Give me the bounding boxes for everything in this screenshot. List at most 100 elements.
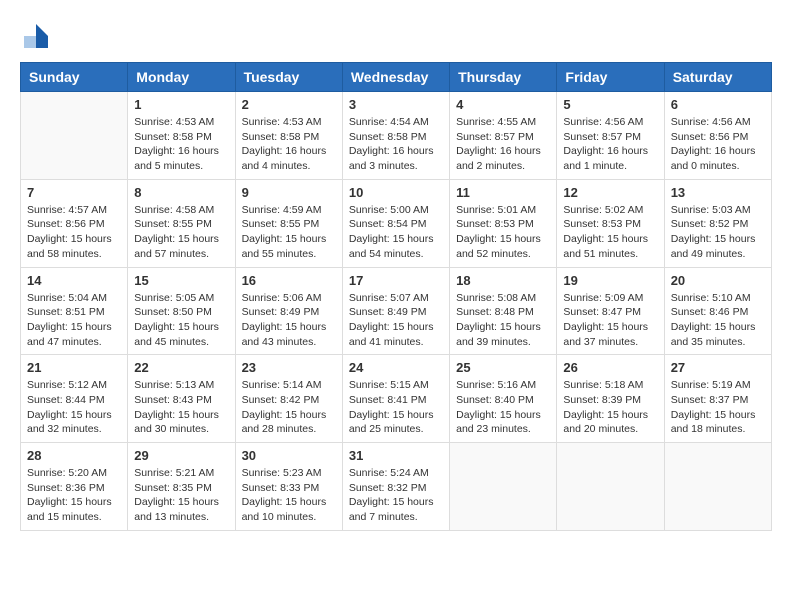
weekday-header: Sunday: [21, 63, 128, 92]
calendar-day-cell: 18 Sunrise: 5:08 AMSunset: 8:48 PMDayligh…: [450, 267, 557, 355]
day-number: 7: [27, 185, 121, 200]
day-info: Sunrise: 5:18 AMSunset: 8:39 PMDaylight:…: [563, 378, 657, 437]
day-number: 9: [242, 185, 336, 200]
day-info: Sunrise: 4:54 AMSunset: 8:58 PMDaylight:…: [349, 115, 443, 174]
day-number: 28: [27, 448, 121, 463]
weekday-header: Wednesday: [342, 63, 449, 92]
day-info: Sunrise: 5:00 AMSunset: 8:54 PMDaylight:…: [349, 203, 443, 262]
day-number: 27: [671, 360, 765, 375]
day-number: 6: [671, 97, 765, 112]
day-info: Sunrise: 5:04 AMSunset: 8:51 PMDaylight:…: [27, 291, 121, 350]
day-number: 5: [563, 97, 657, 112]
weekday-header: Friday: [557, 63, 664, 92]
calendar-day-cell: 1Sunrise: 4:53 AMSunset: 8:58 PMDaylight…: [128, 92, 235, 180]
day-number: 30: [242, 448, 336, 463]
calendar-day-cell: 25 Sunrise: 5:16 AMSunset: 8:40 PMDayligh…: [450, 355, 557, 443]
day-info: Sunrise: 5:13 AMSunset: 8:43 PMDaylight:…: [134, 378, 228, 437]
day-number: 24: [349, 360, 443, 375]
day-info: Sunrise: 5:02 AMSunset: 8:53 PMDaylight:…: [563, 203, 657, 262]
day-number: 2: [242, 97, 336, 112]
calendar-week-row: 28 Sunrise: 5:20 AMSunset: 8:36 PMDayligh…: [21, 443, 772, 531]
calendar-header-row: SundayMondayTuesdayWednesdayThursdayFrid…: [21, 63, 772, 92]
day-info: Sunrise: 5:07 AMSunset: 8:49 PMDaylight:…: [349, 291, 443, 350]
calendar-day-cell: 15 Sunrise: 5:05 AMSunset: 8:50 PMDayligh…: [128, 267, 235, 355]
calendar-week-row: 1 Sunrise: 4:53 AMSunset: 8:58 PMDaylight…: [21, 92, 772, 180]
calendar-day-cell: 30 Sunrise: 5:23 AMSunset: 8:33 PMDayligh…: [235, 443, 342, 531]
calendar-day-cell: [450, 443, 557, 531]
day-number: 18: [456, 273, 550, 288]
day-number: 25: [456, 360, 550, 375]
day-info: Sunrise: 5:08 AMSunset: 8:48 PMDaylight:…: [456, 291, 550, 350]
day-number: 3: [349, 97, 443, 112]
day-number: 1: [134, 97, 228, 112]
calendar-day-cell: 14 Sunrise: 5:04 AMSunset: 8:51 PMDayligh…: [21, 267, 128, 355]
weekday-header: Monday: [128, 63, 235, 92]
day-info: Sunrise: 5:16 AMSunset: 8:40 PMDaylight:…: [456, 378, 550, 437]
weekday-header: Tuesday: [235, 63, 342, 92]
calendar-day-cell: 2 Sunrise: 4:53 AMSunset: 8:58 PMDaylight…: [235, 92, 342, 180]
calendar-day-cell: 24Sunrise: 5:15 AMSunset: 8:41 PMDayligh…: [342, 355, 449, 443]
day-number: 17: [349, 273, 443, 288]
calendar-day-cell: 19Sunrise: 5:09 AMSunset: 8:47 PMDayligh…: [557, 267, 664, 355]
day-info: Sunrise: 5:21 AMSunset: 8:35 PMDaylight:…: [134, 466, 228, 525]
day-info: Sunrise: 5:05 AMSunset: 8:50 PMDaylight:…: [134, 291, 228, 350]
logo: [20, 20, 56, 52]
day-info: Sunrise: 5:03 AMSunset: 8:52 PMDaylight:…: [671, 203, 765, 262]
calendar-day-cell: 4 Sunrise: 4:55 AMSunset: 8:57 PMDaylight…: [450, 92, 557, 180]
calendar-day-cell: 17 Sunrise: 5:07 AMSunset: 8:49 PMDayligh…: [342, 267, 449, 355]
calendar-day-cell: 11 Sunrise: 5:01 AMSunset: 8:53 PMDayligh…: [450, 179, 557, 267]
day-info: Sunrise: 5:14 AMSunset: 8:42 PMDaylight:…: [242, 378, 336, 437]
day-info: Sunrise: 4:56 AMSunset: 8:56 PMDaylight:…: [671, 115, 765, 174]
calendar-day-cell: 6 Sunrise: 4:56 AMSunset: 8:56 PMDaylight…: [664, 92, 771, 180]
day-info: Sunrise: 5:09 AMSunset: 8:47 PMDaylight:…: [563, 291, 657, 350]
calendar-day-cell: 22 Sunrise: 5:13 AMSunset: 8:43 PMDayligh…: [128, 355, 235, 443]
day-number: 26: [563, 360, 657, 375]
calendar-day-cell: 20Sunrise: 5:10 AMSunset: 8:46 PMDayligh…: [664, 267, 771, 355]
day-number: 11: [456, 185, 550, 200]
calendar-day-cell: 7 Sunrise: 4:57 AMSunset: 8:56 PMDaylight…: [21, 179, 128, 267]
day-number: 29: [134, 448, 228, 463]
calendar-day-cell: 5 Sunrise: 4:56 AMSunset: 8:57 PMDaylight…: [557, 92, 664, 180]
day-info: Sunrise: 5:12 AMSunset: 8:44 PMDaylight:…: [27, 378, 121, 437]
day-number: 13: [671, 185, 765, 200]
day-number: 14: [27, 273, 121, 288]
day-info: Sunrise: 4:55 AMSunset: 8:57 PMDaylight:…: [456, 115, 550, 174]
day-number: 15: [134, 273, 228, 288]
calendar-day-cell: 27 Sunrise: 5:19 AMSunset: 8:37 PMDayligh…: [664, 355, 771, 443]
calendar-day-cell: 9Sunrise: 4:59 AMSunset: 8:55 PMDaylight…: [235, 179, 342, 267]
day-info: Sunrise: 5:23 AMSunset: 8:33 PMDaylight:…: [242, 466, 336, 525]
day-info: Sunrise: 4:57 AMSunset: 8:56 PMDaylight:…: [27, 203, 121, 262]
day-info: Sunrise: 5:06 AMSunset: 8:49 PMDaylight:…: [242, 291, 336, 350]
calendar-day-cell: 26 Sunrise: 5:18 AMSunset: 8:39 PMDayligh…: [557, 355, 664, 443]
weekday-header: Thursday: [450, 63, 557, 92]
day-info: Sunrise: 4:58 AMSunset: 8:55 PMDaylight:…: [134, 203, 228, 262]
calendar-day-cell: 21 Sunrise: 5:12 AMSunset: 8:44 PMDayligh…: [21, 355, 128, 443]
calendar-week-row: 14 Sunrise: 5:04 AMSunset: 8:51 PMDayligh…: [21, 267, 772, 355]
day-number: 4: [456, 97, 550, 112]
page-header: [20, 20, 772, 52]
calendar-day-cell: [557, 443, 664, 531]
day-number: 23: [242, 360, 336, 375]
calendar-day-cell: 8Sunrise: 4:58 AMSunset: 8:55 PMDaylight…: [128, 179, 235, 267]
day-number: 21: [27, 360, 121, 375]
calendar-week-row: 7 Sunrise: 4:57 AMSunset: 8:56 PMDaylight…: [21, 179, 772, 267]
calendar-day-cell: [664, 443, 771, 531]
day-number: 22: [134, 360, 228, 375]
calendar-table: SundayMondayTuesdayWednesdayThursdayFrid…: [20, 62, 772, 531]
calendar-day-cell: [21, 92, 128, 180]
day-number: 20: [671, 273, 765, 288]
day-number: 12: [563, 185, 657, 200]
calendar-day-cell: 29 Sunrise: 5:21 AMSunset: 8:35 PMDayligh…: [128, 443, 235, 531]
calendar-day-cell: 16Sunrise: 5:06 AMSunset: 8:49 PMDayligh…: [235, 267, 342, 355]
day-info: Sunrise: 5:01 AMSunset: 8:53 PMDaylight:…: [456, 203, 550, 262]
calendar-day-cell: 28 Sunrise: 5:20 AMSunset: 8:36 PMDayligh…: [21, 443, 128, 531]
weekday-header: Saturday: [664, 63, 771, 92]
day-number: 31: [349, 448, 443, 463]
day-info: Sunrise: 4:53 AMSunset: 8:58 PMDaylight:…: [242, 115, 336, 174]
calendar-week-row: 21 Sunrise: 5:12 AMSunset: 8:44 PMDayligh…: [21, 355, 772, 443]
logo-icon: [20, 20, 52, 52]
day-info: Sunrise: 5:20 AMSunset: 8:36 PMDaylight:…: [27, 466, 121, 525]
page-container: SundayMondayTuesdayWednesdayThursdayFrid…: [20, 20, 772, 531]
day-info: Sunrise: 5:19 AMSunset: 8:37 PMDaylight:…: [671, 378, 765, 437]
day-info: Sunrise: 4:56 AMSunset: 8:57 PMDaylight:…: [563, 115, 657, 174]
